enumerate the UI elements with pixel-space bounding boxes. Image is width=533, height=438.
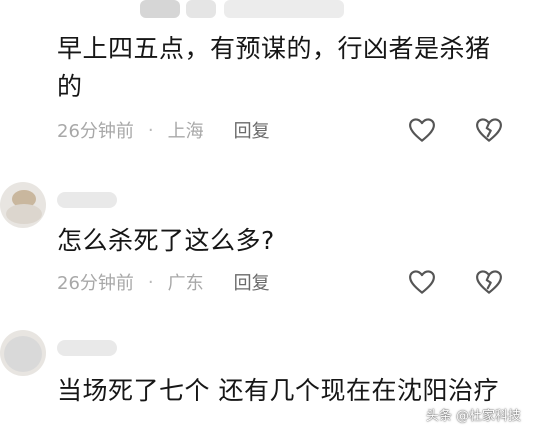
meta-separator: ·	[147, 271, 154, 293]
comment-meta: 26分钟前 · 上海 回复	[57, 116, 270, 144]
watermark: 头条 @杜家科技	[425, 409, 521, 424]
avatar[interactable]	[0, 330, 46, 376]
like-button[interactable]	[407, 267, 437, 297]
comment-location: 广东	[167, 273, 204, 294]
heart-outline-icon	[409, 118, 435, 142]
username-blurred[interactable]	[57, 192, 117, 208]
comment-time: 26分钟前	[57, 273, 134, 294]
like-button[interactable]	[407, 115, 437, 145]
dislike-button[interactable]	[474, 115, 504, 145]
reply-button[interactable]: 回复	[234, 117, 270, 143]
comment-item: 怎么杀死了这么多? 26分钟前 · 广东 回复	[0, 160, 533, 310]
reply-button[interactable]: 回复	[234, 269, 270, 295]
comment-location: 上海	[167, 121, 204, 142]
meta-separator: ·	[147, 119, 154, 141]
dislike-button[interactable]	[474, 267, 504, 297]
comment-text: 怎么杀死了这么多?	[57, 226, 275, 255]
comment-text: 早上四五点，有预谋的，行凶者是杀猪的	[57, 34, 491, 101]
comment-item: 早上四五点，有预谋的，行凶者是杀猪的 26分钟前 · 上海 回复	[0, 0, 533, 160]
broken-heart-icon	[476, 118, 502, 142]
heart-outline-icon	[409, 270, 435, 294]
comment-time: 26分钟前	[57, 121, 134, 142]
avatar[interactable]	[0, 182, 46, 228]
comment-meta: 26分钟前 · 广东 回复	[57, 268, 270, 296]
username-blurred[interactable]	[57, 340, 117, 356]
broken-heart-icon	[476, 270, 502, 294]
